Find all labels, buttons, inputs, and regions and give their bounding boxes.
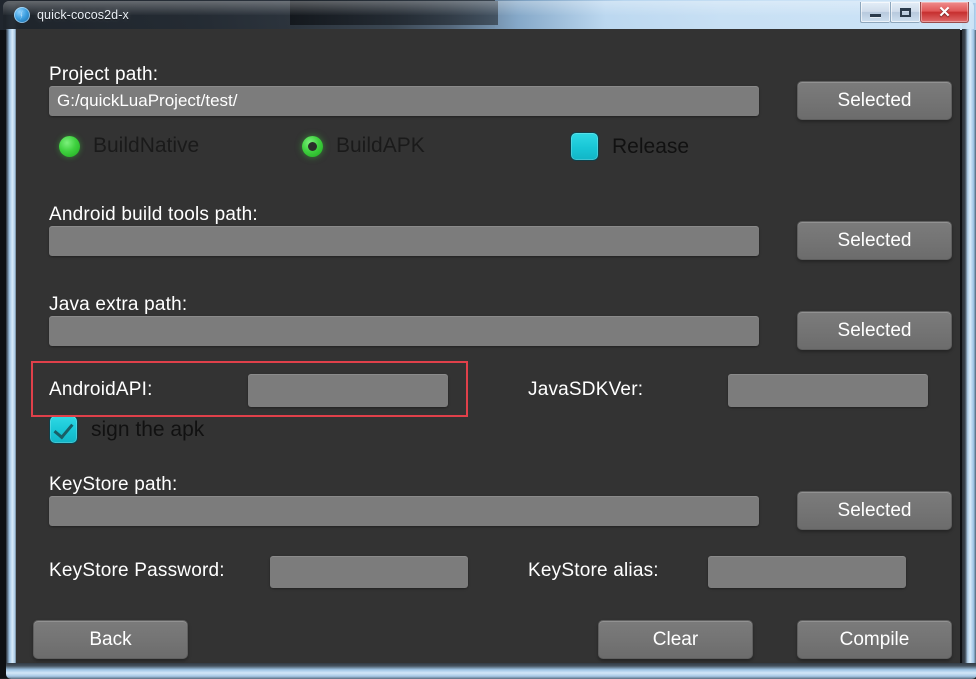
minimize-button[interactable] (860, 2, 890, 23)
build-native-radio[interactable]: BuildNative (59, 134, 199, 158)
title-bar-content: quick-cocos2d-x (3, 1, 129, 29)
java-sdk-ver-input[interactable] (728, 374, 928, 407)
java-extra-path-selected-button[interactable]: Selected (797, 311, 952, 350)
compile-button[interactable]: Compile (797, 620, 952, 659)
clear-button[interactable]: Clear (598, 620, 753, 659)
build-apk-radio[interactable]: BuildAPK (302, 134, 425, 158)
window-controls: ✕ (860, 2, 969, 23)
checkbox-checked-icon (49, 415, 78, 444)
java-extra-path-label: Java extra path: (49, 294, 188, 315)
java-sdk-ver-label: JavaSDKVer: (528, 379, 644, 400)
build-native-label: BuildNative (93, 134, 200, 157)
project-path-label: Project path: (49, 64, 159, 85)
keystore-alias-label: KeyStore alias: (528, 560, 659, 581)
maximize-icon (900, 7, 911, 17)
build-apk-label: BuildAPK (336, 134, 425, 157)
project-path-input[interactable] (49, 86, 759, 116)
project-path-selected-button[interactable]: Selected (797, 81, 952, 120)
minimize-icon (870, 13, 881, 17)
maximize-button[interactable] (890, 2, 920, 23)
keystore-password-input[interactable] (270, 556, 468, 588)
android-api-input[interactable] (248, 374, 448, 407)
checkbox-unchecked-icon (570, 132, 599, 161)
android-build-tools-path-input[interactable] (49, 226, 759, 256)
android-api-label: AndroidAPI: (49, 379, 153, 400)
window-title-text: quick-cocos2d-x (37, 8, 129, 22)
window-border-bottom (6, 663, 976, 679)
close-icon: ✕ (938, 3, 951, 21)
sign-the-apk-checkbox[interactable]: sign the apk (49, 415, 204, 444)
release-checkbox[interactable]: Release (570, 132, 689, 161)
release-label: Release (612, 134, 690, 158)
dialog-content: Project path: Selected BuildNative Build… (16, 29, 960, 663)
app-logo-icon (14, 7, 30, 23)
keystore-path-label: KeyStore path: (49, 474, 178, 495)
window-title-bar[interactable]: quick-cocos2d-x ✕ (3, 1, 974, 29)
close-button[interactable]: ✕ (920, 2, 969, 23)
window-border-right (962, 3, 976, 675)
sign-the-apk-label: sign the apk (91, 417, 205, 441)
title-bar-sheen (3, 1, 974, 15)
back-button[interactable]: Back (33, 620, 188, 659)
keystore-password-label: KeyStore Password: (49, 560, 225, 581)
android-build-tools-selected-button[interactable]: Selected (797, 221, 952, 260)
keystore-path-input[interactable] (49, 496, 759, 526)
android-build-tools-path-label: Android build tools path: (49, 204, 258, 225)
radio-filled-icon (59, 135, 80, 157)
radio-selected-icon (302, 135, 323, 157)
java-extra-path-input[interactable] (49, 316, 759, 346)
keystore-path-selected-button[interactable]: Selected (797, 491, 952, 530)
keystore-alias-input[interactable] (708, 556, 906, 588)
